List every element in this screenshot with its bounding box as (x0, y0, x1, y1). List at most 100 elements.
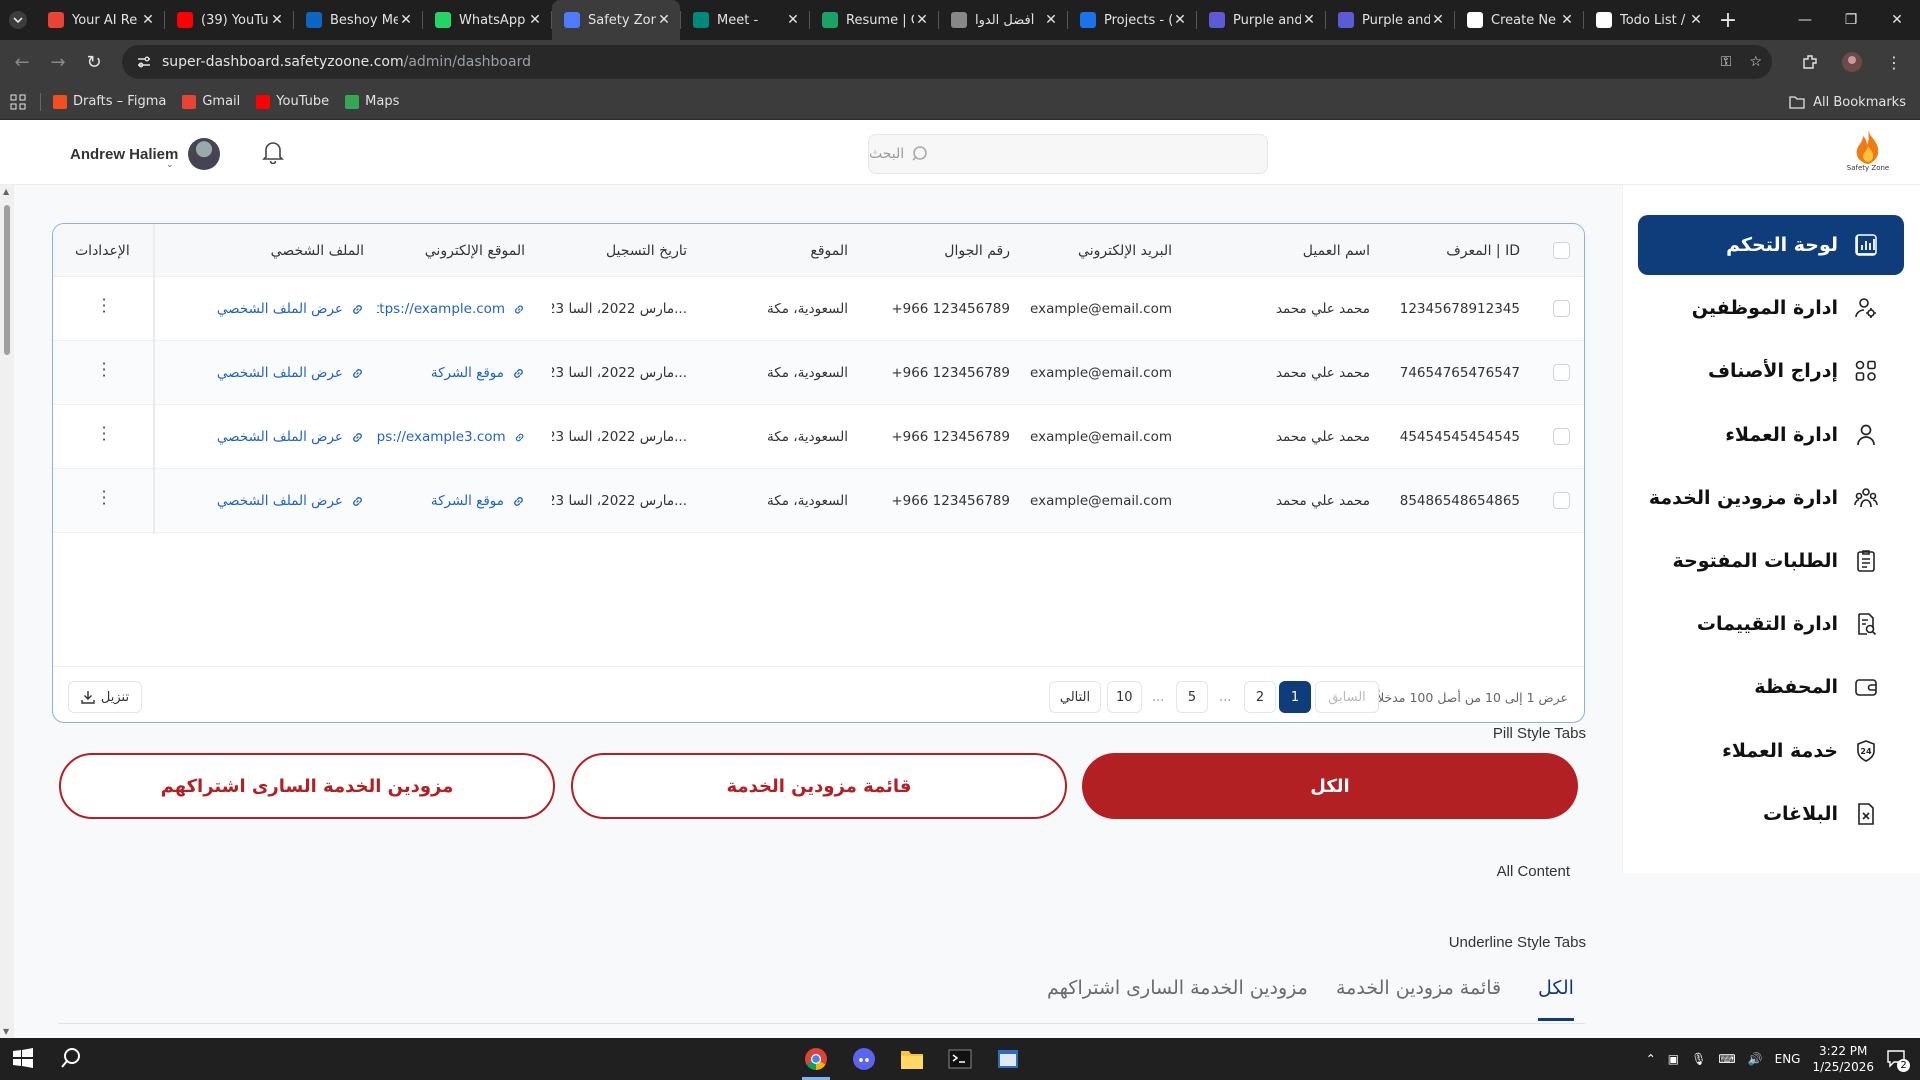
close-tab-icon[interactable]: ✕ (1430, 12, 1446, 28)
taskbar-search-icon[interactable] (60, 1047, 82, 1069)
browser-tab[interactable]: WhatsApp ✕ (423, 0, 551, 40)
browser-tab[interactable]: Resume | C ✕ (810, 0, 938, 40)
close-tab-icon[interactable]: ✕ (527, 12, 543, 28)
sidebar-item[interactable]: ادارة الموظفين (1638, 278, 1904, 338)
page-scrollbar[interactable]: ▲ ▼ (0, 185, 14, 1038)
table-row[interactable]: 74654765476547 محمد علي محمد example@email… (53, 341, 1584, 405)
close-tab-icon[interactable]: ✕ (269, 12, 285, 28)
close-window-button[interactable]: ✕ (1874, 0, 1920, 40)
select-all-checkbox[interactable] (1553, 242, 1570, 259)
tab-search-button[interactable] (0, 0, 36, 40)
view-profile-link[interactable]: عرض الملف الشخصي (217, 341, 364, 405)
notification-center-icon[interactable]: 2 (1886, 1048, 1910, 1072)
browser-tab[interactable]: Purple and ✕ (1326, 0, 1454, 40)
bookmark-item[interactable]: YouTube (256, 94, 329, 109)
minimize-button[interactable]: — (1782, 0, 1828, 40)
browser-tab[interactable]: Meet - ✕ (681, 0, 809, 40)
table-row[interactable]: 45454545454545 محمد علي محمد example@email… (53, 405, 1584, 469)
sidebar-item[interactable]: ادارة مزودين الخدمة (1638, 468, 1904, 528)
url-input[interactable]: super-dashboard.safetyzoone.com/admin/da… (122, 45, 1772, 79)
app-window-taskbar-icon[interactable] (988, 1038, 1028, 1080)
browser-tab[interactable]: Purple and ✕ (1197, 0, 1325, 40)
password-key-icon[interactable]: ⚿ (1721, 54, 1732, 70)
col-location[interactable]: الموقع (810, 224, 848, 277)
col-id[interactable]: المعرف | ID (1446, 224, 1520, 277)
col-phone[interactable]: رقم الجوال (944, 224, 1010, 277)
view-profile-link[interactable]: عرض الملف الشخصي (217, 277, 364, 341)
pill-tab-all[interactable]: الكل (1082, 753, 1578, 819)
bookmark-star-icon[interactable]: ☆ (1749, 54, 1762, 70)
browser-menu-icon[interactable]: ⋮ (1876, 44, 1912, 80)
extensions-icon[interactable] (1792, 44, 1828, 80)
apps-grid-icon[interactable] (10, 94, 26, 110)
table-row[interactable]: 85486548654865 محمد علي محمد example@email… (53, 469, 1584, 533)
new-tab-button[interactable]: + (1712, 0, 1744, 40)
close-tab-icon[interactable]: ✕ (1301, 12, 1317, 28)
page-5-button[interactable]: 5 (1176, 681, 1208, 713)
sidebar-item[interactable]: خدمة العملاء 24 (1638, 721, 1904, 781)
close-tab-icon[interactable]: ✕ (656, 12, 672, 28)
terminal-taskbar-icon[interactable] (940, 1038, 980, 1080)
windows-start-icon[interactable] (12, 1047, 34, 1069)
close-tab-icon[interactable]: ✕ (140, 12, 156, 28)
sidebar-item[interactable]: لوحة التحكم (1638, 215, 1904, 275)
chrome-taskbar-icon[interactable] (796, 1038, 836, 1080)
website-link[interactable]: موقع الشركة (377, 469, 525, 533)
col-email[interactable]: البريد الإلكتروني (1078, 224, 1172, 277)
browser-tab[interactable]: Create Ne ✕ (1455, 0, 1583, 40)
sidebar-item[interactable]: الطلبات المفتوحة (1638, 531, 1904, 591)
profile-avatar-icon[interactable] (1834, 44, 1870, 80)
view-profile-link[interactable]: عرض الملف الشخصي (217, 469, 364, 533)
col-name[interactable]: اسم العميل (1303, 224, 1370, 277)
col-profile[interactable]: الملف الشخصي (271, 224, 364, 277)
underline-tab-providers-list[interactable]: قائمة مزودين الخدمة (1336, 977, 1501, 1021)
close-tab-icon[interactable]: ✕ (1559, 12, 1575, 28)
close-tab-icon[interactable]: ✕ (1172, 12, 1188, 28)
sidebar-item[interactable]: البلاغات (1638, 784, 1904, 844)
website-link[interactable]: https://example.com (377, 277, 525, 341)
website-link[interactable]: https://example3.com (377, 405, 525, 469)
row-checkbox[interactable] (1553, 300, 1570, 317)
pill-tab-active-subscriptions[interactable]: مزودين الخدمة السارى اشتراكهم (59, 753, 555, 819)
browser-tab[interactable]: (39) YouTu ✕ (165, 0, 293, 40)
close-tab-icon[interactable]: ✕ (1043, 12, 1059, 28)
language-indicator[interactable]: ENG (1775, 1052, 1801, 1066)
download-button[interactable]: تنزيل (68, 681, 142, 713)
clock[interactable]: 3:22 PM 1/25/2026 (1812, 1043, 1874, 1075)
page-10-button[interactable]: 10 (1107, 681, 1142, 713)
chevron-up-icon[interactable]: ⌃ (1646, 1052, 1656, 1066)
bookmark-item[interactable]: Gmail (182, 94, 240, 109)
sidebar-item[interactable]: المحفظة (1638, 657, 1904, 717)
meet-tray-icon[interactable]: ▣ (1668, 1052, 1679, 1066)
row-checkbox[interactable] (1553, 428, 1570, 445)
page-1-button[interactable]: 1 (1279, 681, 1311, 713)
site-info-icon[interactable] (136, 54, 152, 70)
view-profile-link[interactable]: عرض الملف الشخصي (217, 405, 364, 469)
reload-button[interactable]: ↻ (76, 44, 112, 80)
browser-tab[interactable]: Todo List / ✕ (1584, 0, 1712, 40)
next-page-button[interactable]: التالي (1049, 681, 1101, 713)
scrollbar-thumb[interactable] (4, 205, 10, 355)
restore-button[interactable]: ❐ (1828, 0, 1874, 40)
microphone-icon[interactable]: 🎙 (1691, 1052, 1706, 1066)
avatar[interactable] (188, 138, 221, 170)
user-menu[interactable]: Andrew Haliem ⌄ (70, 138, 221, 170)
col-date[interactable]: تاريخ التسجيل (606, 224, 687, 277)
website-link[interactable]: موقع الشركة (377, 341, 525, 405)
col-website[interactable]: الموقع الإلكتروني (425, 224, 525, 277)
close-tab-icon[interactable]: ✕ (398, 12, 414, 28)
network-icon[interactable]: ⌨ (1718, 1052, 1735, 1066)
browser-tab[interactable]: Your AI Re ✕ (36, 0, 164, 40)
close-tab-icon[interactable]: ✕ (785, 12, 801, 28)
bookmark-item[interactable]: Maps (345, 94, 399, 109)
notification-bell-icon[interactable] (262, 140, 284, 164)
file-explorer-taskbar-icon[interactable] (892, 1038, 932, 1080)
search-input[interactable]: البحث (868, 134, 1268, 174)
browser-tab[interactable]: Safety Zon ✕ (552, 0, 680, 40)
close-tab-icon[interactable]: ✕ (914, 12, 930, 28)
table-row[interactable]: 12345678912345 محمد علي محمد example@email… (53, 277, 1584, 341)
row-checkbox[interactable] (1553, 492, 1570, 509)
all-bookmarks[interactable]: All Bookmarks (1789, 84, 1906, 120)
forward-button[interactable]: → (40, 44, 76, 80)
browser-tab[interactable]: Beshoy Me ✕ (294, 0, 422, 40)
